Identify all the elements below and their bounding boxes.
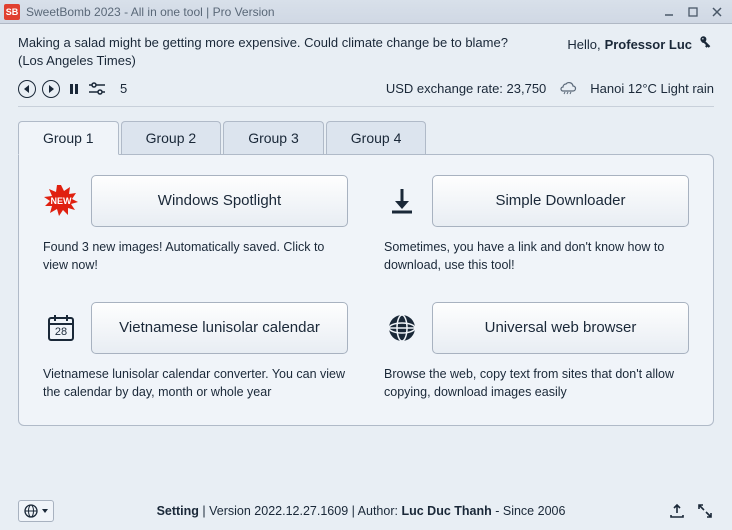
footer-setting[interactable]: Setting [157,504,199,518]
expand-icon[interactable] [696,502,714,520]
footer-text: Setting | Version 2022.12.27.1609 | Auth… [54,504,668,518]
next-button[interactable] [42,80,60,98]
tool-universal-browser: Universal web browser Browse the web, co… [384,302,689,401]
app-icon: SB [4,4,20,20]
headline-row: Making a salad might be getting more exp… [0,24,732,75]
svg-text:28: 28 [55,326,67,338]
footer-version: Version 2022.12.27.1609 [209,504,348,518]
key-icon[interactable] [696,34,714,55]
tab-group-4[interactable]: Group 4 [326,121,427,154]
greeting-name: Professor Luc [605,37,692,52]
tab-group-2[interactable]: Group 2 [121,121,222,154]
lunisolar-calendar-desc: Vietnamese lunisolar calendar converter.… [43,366,348,401]
controls-row: 5 USD exchange rate: 23,750 Hanoi 12°C L… [0,75,732,106]
universal-browser-button[interactable]: Universal web browser [432,302,689,354]
tab-group-3[interactable]: Group 3 [223,121,324,154]
pause-button[interactable] [66,81,82,97]
windows-spotlight-button[interactable]: Windows Spotlight [91,175,348,227]
window-controls [658,3,728,21]
lunisolar-calendar-button[interactable]: Vietnamese lunisolar calendar [91,302,348,354]
new-badge-icon: NEW [43,183,79,219]
titlebar: SB SweetBomb 2023 - All in one tool | Pr… [0,0,732,24]
footer-author: Luc Duc Thanh [401,504,491,518]
minimize-button[interactable] [658,3,680,21]
simple-downloader-desc: Sometimes, you have a link and don't kno… [384,239,689,274]
headline-count: 5 [120,81,127,96]
window-title: SweetBomb 2023 - All in one tool | Pro V… [26,5,658,19]
tab-panel: NEW Windows Spotlight Found 3 new images… [18,154,714,426]
download-icon [384,183,420,219]
maximize-button[interactable] [682,3,704,21]
tab-group-1[interactable]: Group 1 [18,121,119,155]
tool-windows-spotlight: NEW Windows Spotlight Found 3 new images… [43,175,348,274]
windows-spotlight-desc: Found 3 new images! Automatically saved.… [43,239,348,274]
exchange-rate: USD exchange rate: 23,750 [386,81,546,96]
tabs-container: Group 1 Group 2 Group 3 Group 4 NEW Wind… [0,107,732,426]
close-button[interactable] [706,3,728,21]
news-headline[interactable]: Making a salad might be getting more exp… [18,34,567,69]
universal-browser-desc: Browse the web, copy text from sites tha… [384,366,689,401]
svg-text:NEW: NEW [51,196,73,206]
weather-icon [558,79,578,98]
footer-icons [668,502,714,520]
tab-strip: Group 1 Group 2 Group 3 Group 4 [18,121,714,154]
footer: Setting | Version 2022.12.27.1609 | Auth… [0,492,732,530]
footer-since: - Since 2006 [495,504,565,518]
greeting-hello: Hello, [567,37,600,52]
weather-text: Hanoi 12°C Light rain [590,81,714,96]
tool-lunisolar-calendar: 28 Vietnamese lunisolar calendar Vietnam… [43,302,348,401]
share-icon[interactable] [668,502,686,520]
greeting: Hello, Professor Luc [567,34,714,55]
prev-button[interactable] [18,80,36,98]
globe-icon [384,310,420,346]
settings-sliders-icon[interactable] [88,81,106,97]
footer-author-label: Author: [358,504,398,518]
simple-downloader-button[interactable]: Simple Downloader [432,175,689,227]
language-button[interactable] [18,500,54,522]
tool-simple-downloader: Simple Downloader Sometimes, you have a … [384,175,689,274]
tools-grid: NEW Windows Spotlight Found 3 new images… [43,175,689,401]
calendar-icon: 28 [43,310,79,346]
